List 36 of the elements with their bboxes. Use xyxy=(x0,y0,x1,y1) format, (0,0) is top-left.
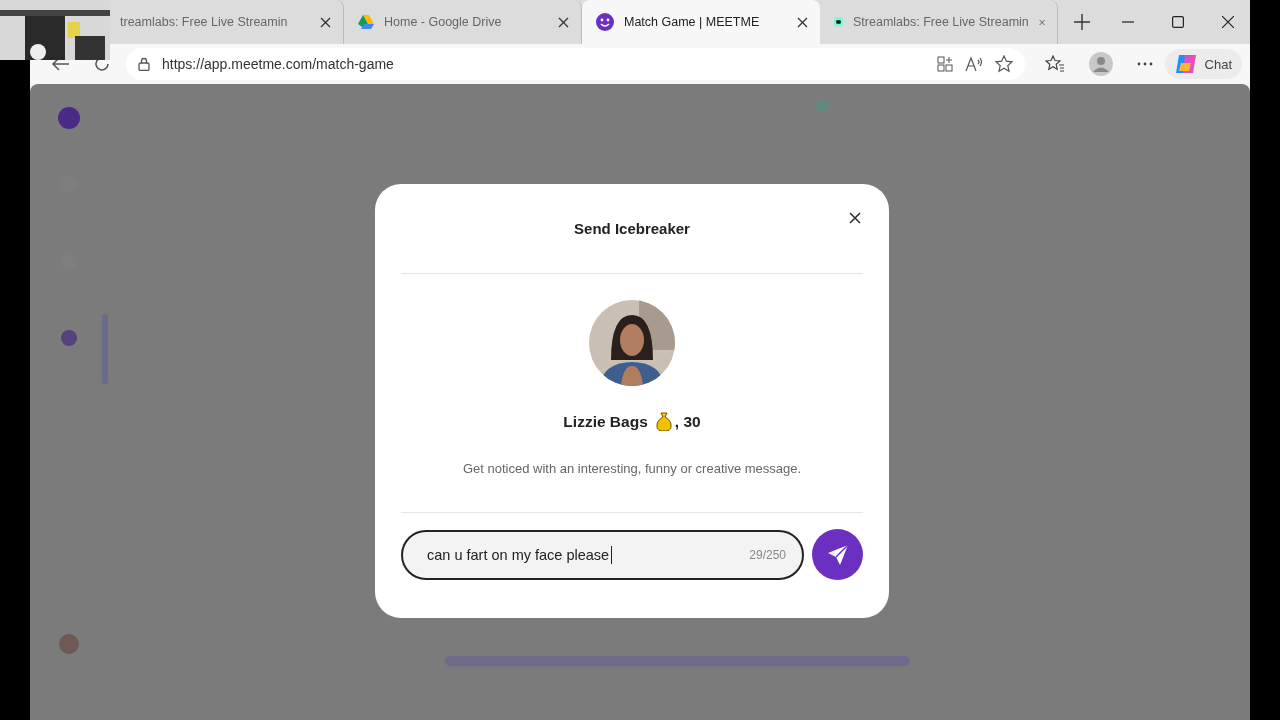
tab-title: Home - Google Drive xyxy=(384,15,503,29)
tab-title: Match Game | MEETME xyxy=(624,15,761,29)
browser-tab[interactable]: Match Game | MEETME xyxy=(582,0,820,44)
tab-title: Streamlabs: Free Live Streamin xyxy=(853,15,1029,29)
profile-icon[interactable] xyxy=(1088,52,1113,76)
profile-age: , 30 xyxy=(674,412,701,431)
drive-icon xyxy=(358,15,374,29)
close-icon[interactable] xyxy=(320,16,331,28)
smiley-icon xyxy=(596,13,614,31)
new-tab-icon[interactable] xyxy=(1074,14,1090,30)
close-icon[interactable] xyxy=(558,16,569,28)
url-text: https://app.meetme.com/match-game xyxy=(162,56,394,72)
hint-text: Get noticed with an interesting, funny or creative message. xyxy=(462,461,802,476)
apps-icon[interactable] xyxy=(936,56,953,72)
star-icon[interactable] xyxy=(994,55,1013,73)
message-field[interactable]: can u fart on my face please 29/250 xyxy=(401,529,804,580)
streamlabs-icon xyxy=(834,14,844,30)
send-button[interactable] xyxy=(812,529,863,580)
copilot-icon xyxy=(1174,53,1199,75)
favorites-icon[interactable] xyxy=(1044,55,1065,73)
back-arrow-icon[interactable] xyxy=(52,57,70,71)
maximize-icon[interactable] xyxy=(1172,16,1184,28)
address-bar[interactable]: https://app.meetme.com/match-game xyxy=(126,48,1025,80)
close-icon[interactable] xyxy=(1222,16,1234,28)
send-icon xyxy=(826,543,849,566)
lock-icon xyxy=(138,57,150,71)
character-counter: 29/250 xyxy=(749,547,786,562)
copilot-button[interactable]: Chat xyxy=(1164,49,1242,79)
close-icon[interactable] xyxy=(849,212,861,224)
tab-title: treamlabs: Free Live Streamin xyxy=(120,15,289,29)
money-bag-icon xyxy=(655,412,672,431)
dialog-title: Send Icebreaker xyxy=(574,220,690,237)
profile-name: Lizzie Bags xyxy=(563,412,648,431)
read-aloud-icon[interactable] xyxy=(964,56,983,72)
close-icon[interactable] xyxy=(797,16,808,28)
more-icon[interactable] xyxy=(1136,62,1153,66)
